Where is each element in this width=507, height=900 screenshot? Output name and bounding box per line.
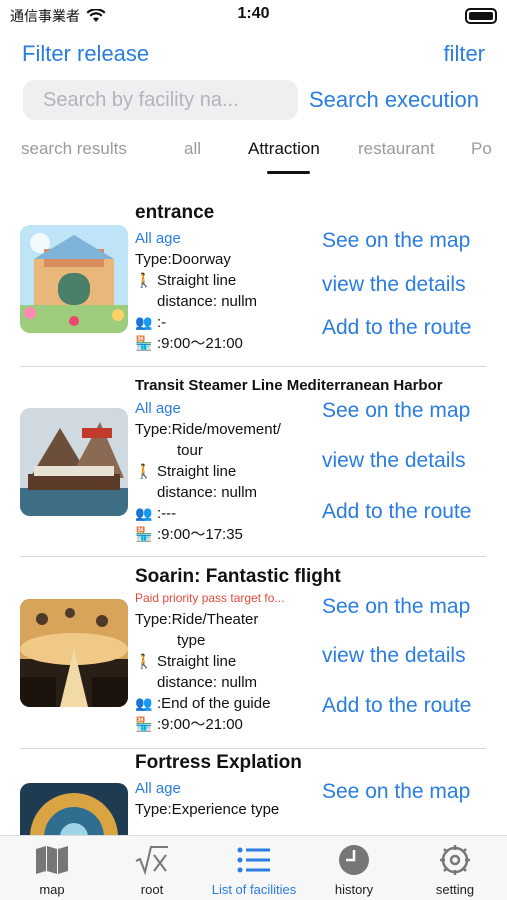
status-bar: 通信事業者 1:40	[0, 0, 507, 34]
distance-line2: distance: nullm	[157, 484, 258, 501]
distance-line2: distance: nullm	[157, 674, 258, 691]
status-time: 1:40	[237, 5, 270, 22]
facility-thumbnail[interactable]	[20, 783, 128, 835]
add-to-route-button[interactable]: Add to the route	[322, 316, 471, 340]
sqrt-icon	[135, 846, 168, 875]
type-line2: type	[177, 632, 206, 649]
type-label: Type:Doorway	[135, 251, 231, 268]
clock-icon	[339, 845, 369, 875]
tab-bar-label: List of facilities	[211, 882, 297, 897]
priority-pass-label: Paid priority pass target fo...	[135, 591, 285, 605]
tab-search-results[interactable]: search results	[21, 139, 127, 159]
see-on-map-button[interactable]: See on the map	[322, 229, 470, 253]
view-details-button[interactable]: view the details	[322, 449, 466, 473]
type-line1: Type:Ride/movement/	[135, 421, 281, 438]
facility-card: entrance All age Type:Doorway 🚶 Straight…	[0, 192, 507, 367]
filter-button[interactable]: filter	[443, 41, 485, 67]
distance-line2: distance: nullm	[157, 293, 258, 310]
tab-bar-label: history	[334, 882, 374, 897]
age-label: All age	[135, 400, 181, 417]
age-label: All age	[135, 780, 181, 797]
facility-list[interactable]: entrance All age Type:Doorway 🚶 Straight…	[0, 192, 507, 835]
type-line2: tour	[177, 442, 203, 459]
tab-bar-label: map	[39, 882, 65, 897]
view-details-button[interactable]: view the details	[322, 644, 466, 668]
tab-bar-label: setting	[435, 882, 475, 897]
walking-icon: 🚶	[135, 272, 153, 288]
tab-po[interactable]: Po	[471, 139, 492, 159]
see-on-map-button[interactable]: See on the map	[322, 595, 470, 619]
people-icon: 👥	[135, 314, 153, 330]
people-icon: 👥	[135, 695, 153, 711]
hours-label: :9:00～21:00	[157, 335, 243, 352]
age-label: All age	[135, 230, 181, 247]
wait-label: :---	[157, 505, 177, 522]
shop-icon: 🏪	[135, 335, 153, 351]
shop-icon: 🏪	[135, 526, 153, 542]
tab-bar-list-of-facilities[interactable]: List of facilities	[204, 844, 304, 897]
battery-icon	[465, 8, 497, 24]
type-label: Type:Experience type	[135, 801, 280, 818]
tab-all[interactable]: all	[184, 139, 201, 159]
facility-info: Paid priority pass target fo... Type:Rid…	[135, 588, 284, 735]
facility-card: Fortress Explation All age Type:Experien…	[0, 749, 507, 835]
tab-bar-setting[interactable]: setting	[405, 844, 505, 897]
walking-icon: 🚶	[135, 653, 153, 669]
category-tabs: search results all Attraction restaurant…	[0, 136, 507, 176]
search-input[interactable]	[23, 80, 298, 120]
facility-name: Fortress Explation	[135, 752, 302, 773]
distance-line1: Straight line	[157, 272, 237, 289]
add-to-route-button[interactable]: Add to the route	[322, 694, 471, 718]
add-to-route-button[interactable]: Add to the route	[322, 500, 471, 524]
facility-thumbnail[interactable]	[20, 408, 128, 516]
tab-restaurant[interactable]: restaurant	[358, 139, 435, 159]
people-icon: 👥	[135, 505, 153, 521]
search-execution-button[interactable]: Search execution	[309, 87, 479, 113]
facility-info: All age Type:Experience type	[135, 778, 279, 820]
facility-thumbnail[interactable]	[20, 225, 128, 333]
tab-bar-map[interactable]: map	[2, 844, 102, 897]
facility-name: Transit Steamer Line Mediterranean Harbo…	[135, 377, 443, 394]
see-on-map-button[interactable]: See on the map	[322, 399, 470, 423]
gear-icon	[440, 845, 470, 875]
shop-icon: 🏪	[135, 716, 153, 732]
active-tab-indicator	[267, 171, 310, 174]
facility-card: Soarin: Fantastic flight Paid priority p…	[0, 557, 507, 749]
search-bar: Search execution	[0, 80, 507, 120]
see-on-map-button[interactable]: See on the map	[322, 780, 470, 804]
distance-line1: Straight line	[157, 463, 237, 480]
facility-name: entrance	[135, 202, 215, 223]
tab-bar-label: root	[140, 882, 164, 897]
hours-label: :9:00～21:00	[157, 716, 243, 733]
facility-info: All age Type:Doorway 🚶 Straight line dis…	[135, 228, 257, 354]
map-icon	[36, 846, 68, 874]
facility-thumbnail[interactable]	[20, 599, 128, 707]
distance-line1: Straight line	[157, 653, 237, 670]
facility-info: All age Type:Ride/movement/ tour 🚶 Strai…	[135, 398, 281, 545]
tab-attraction[interactable]: Attraction	[248, 139, 320, 159]
list-icon	[237, 847, 270, 873]
tab-bar-history[interactable]: history	[304, 844, 404, 897]
bottom-tab-bar: map root List of facilities history sett…	[0, 835, 507, 900]
wait-label: :End of the guide	[157, 695, 271, 712]
facility-card: Transit Steamer Line Mediterranean Harbo…	[0, 367, 507, 557]
wait-label: :-	[157, 314, 167, 331]
facility-name: Soarin: Fantastic flight	[135, 566, 341, 587]
walking-icon: 🚶	[135, 463, 153, 479]
type-line1: Type:Ride/Theater	[135, 611, 259, 628]
filter-release-button[interactable]: Filter release	[22, 41, 149, 67]
tab-bar-root[interactable]: root	[102, 844, 202, 897]
top-nav: Filter release filter	[0, 38, 507, 72]
view-details-button[interactable]: view the details	[322, 273, 466, 297]
hours-label: :9:00～17:35	[157, 526, 243, 543]
